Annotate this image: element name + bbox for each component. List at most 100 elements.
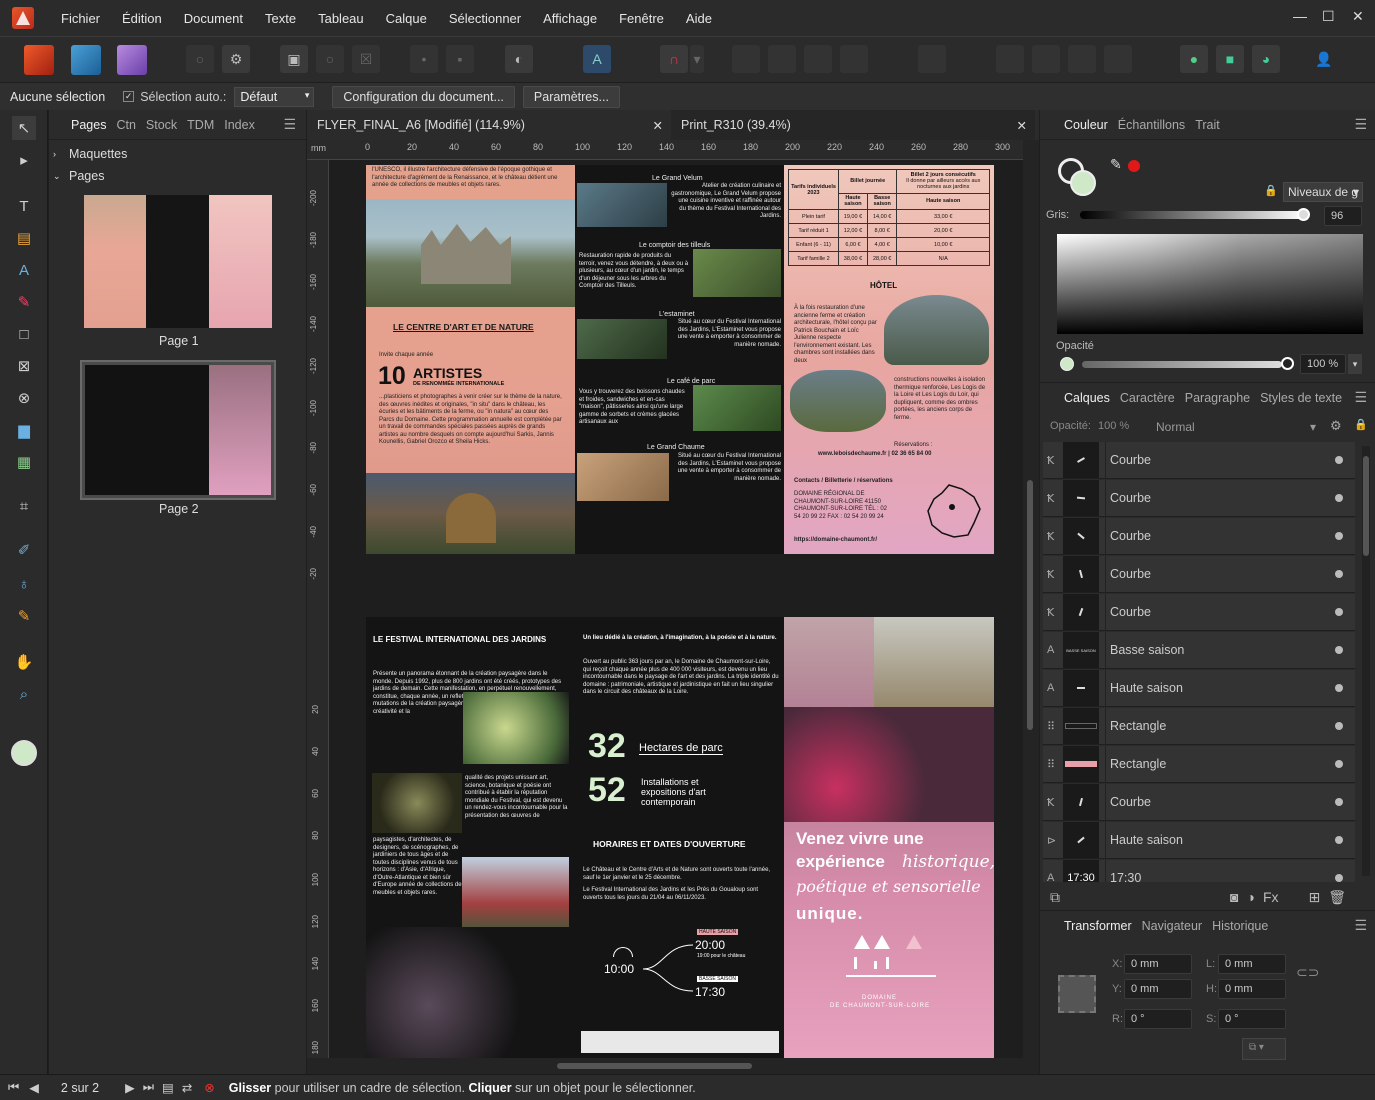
arrange-icon-3[interactable]: [804, 45, 832, 73]
snap-magnet-icon[interactable]: ∩: [660, 45, 688, 73]
gray-spectrum[interactable]: [1057, 234, 1363, 334]
x-box-icon[interactable]: ☒: [352, 45, 380, 73]
eyedropper-icon[interactable]: ✎: [1110, 156, 1122, 173]
layer-visibility-toggle[interactable]: [1335, 456, 1343, 464]
x-field[interactable]: 0 mm: [1124, 954, 1192, 974]
color-picker-tool-icon[interactable]: ✎: [12, 604, 36, 628]
vertical-scroll-thumb[interactable]: [1027, 480, 1033, 730]
move-tool-icon[interactable]: ↖: [12, 116, 36, 140]
gray-slider-knob[interactable]: [1297, 208, 1310, 221]
page-2-selected-frame[interactable]: [80, 360, 276, 500]
menu-texte[interactable]: Texte: [254, 11, 307, 26]
lock-icon[interactable]: 🔒: [1354, 418, 1368, 431]
tab-trait[interactable]: Trait: [1195, 118, 1220, 132]
minimize-icon[interactable]: —: [1293, 8, 1307, 24]
rotate-icon-2[interactable]: [1104, 45, 1132, 73]
tab-navigateur[interactable]: Navigateur: [1142, 919, 1202, 933]
page-1-thumbnail[interactable]: [84, 195, 272, 328]
y-field[interactable]: 0 mm: [1124, 979, 1192, 999]
layer-row[interactable]: Ꝁ Courbe: [1043, 555, 1355, 593]
lock-icon[interactable]: 🔒: [1264, 184, 1278, 197]
publisher-persona-icon[interactable]: [24, 45, 54, 75]
chevron-down-icon[interactable]: ▾: [690, 45, 704, 73]
table-tool-icon[interactable]: ▤: [12, 226, 36, 250]
close-tab-icon[interactable]: ✕: [1017, 118, 1027, 133]
layer-row[interactable]: Ꝁ Courbe: [1043, 479, 1355, 517]
layers-scrollbar[interactable]: [1362, 446, 1370, 876]
gear-icon[interactable]: ⚙: [222, 45, 250, 73]
gray-slider[interactable]: [1080, 211, 1306, 219]
circle-icon[interactable]: ○: [316, 45, 344, 73]
pages-section[interactable]: ⌄ Pages: [53, 166, 303, 186]
settings-button[interactable]: Paramètres...: [522, 85, 620, 108]
blend-mode-dropdown[interactable]: Normal ▾: [1156, 420, 1316, 434]
layer-visibility-toggle[interactable]: [1335, 494, 1343, 502]
pin-icon[interactable]: •: [410, 45, 438, 73]
menu-fenetre[interactable]: Fenêtre: [608, 11, 675, 26]
fill-color-swatch[interactable]: [11, 740, 37, 766]
user-account-icon[interactable]: 👤: [1310, 45, 1338, 73]
layer-visibility-toggle[interactable]: [1335, 760, 1343, 768]
masters-section[interactable]: › Maquettes: [53, 144, 303, 164]
horizontal-scroll-thumb[interactable]: [557, 1063, 752, 1069]
tab-transformer[interactable]: Transformer: [1064, 919, 1132, 933]
preflight-error-icon[interactable]: ⊗: [204, 1080, 214, 1095]
layer-row[interactable]: Ꝁ Courbe: [1043, 593, 1355, 631]
ellipse-frame-tool-icon[interactable]: ⊗: [12, 386, 36, 410]
next-page-icon[interactable]: ▶: [125, 1080, 135, 1095]
boolean-subtract-icon[interactable]: ■: [1216, 45, 1244, 73]
fill-color-swatch-large[interactable]: [1070, 170, 1096, 196]
height-field[interactable]: 0 mm: [1218, 979, 1286, 999]
view-mode-icon[interactable]: ▣: [280, 45, 308, 73]
picture-frame-tool-icon[interactable]: ⊠: [12, 354, 36, 378]
adjustment-icon[interactable]: ◑: [1246, 889, 1254, 905]
layer-visibility-toggle[interactable]: [1335, 798, 1343, 806]
maximize-icon[interactable]: ☐: [1322, 8, 1335, 25]
tab-couleur[interactable]: Couleur: [1064, 118, 1108, 132]
rectangle-tool-icon[interactable]: □: [12, 322, 36, 346]
menu-fichier[interactable]: Fichier: [50, 11, 111, 26]
shear-field[interactable]: 0 °: [1218, 1009, 1286, 1029]
first-page-icon[interactable]: ⏮: [8, 1080, 19, 1095]
tab-pages[interactable]: Pages: [71, 118, 106, 132]
crop-tool-icon[interactable]: ⌗: [12, 494, 36, 518]
menu-selectionner[interactable]: Sélectionner: [438, 11, 532, 26]
layer-row[interactable]: A 17:30 17:30: [1043, 859, 1355, 882]
mask-icon[interactable]: ◙: [1230, 889, 1238, 905]
layer-row[interactable]: Ꝁ Courbe: [1043, 517, 1355, 555]
pen-tool-icon[interactable]: ✎: [12, 290, 36, 314]
rotation-field[interactable]: 0 °: [1124, 1009, 1192, 1029]
layer-visibility-toggle[interactable]: [1335, 874, 1343, 882]
layer-row[interactable]: Ꝁ Courbe: [1043, 783, 1355, 821]
spread-icon[interactable]: ⇄: [182, 1080, 192, 1095]
opacity-slider[interactable]: [1082, 361, 1282, 368]
boolean-intersect-icon[interactable]: ◕: [1252, 45, 1280, 73]
arrange-icon-2[interactable]: [768, 45, 796, 73]
pages-icon[interactable]: ▤: [162, 1080, 174, 1095]
panel-menu-icon[interactable]: ☰: [283, 116, 296, 133]
panel-menu-icon[interactable]: ☰: [1354, 116, 1367, 133]
square-icon[interactable]: ▪: [446, 45, 474, 73]
layer-row[interactable]: ⠿ Rectangle: [1043, 707, 1355, 745]
layer-visibility-toggle[interactable]: [1335, 532, 1343, 540]
document-tab-print[interactable]: Print_R310 (39.4%) ✕: [671, 110, 1035, 140]
flyer-page-1[interactable]: l'UNESCO, il illustre l'architecture déf…: [366, 165, 994, 554]
place-image-tool-icon[interactable]: ▆: [12, 418, 36, 442]
arrange-icon-4[interactable]: [840, 45, 868, 73]
transform-origin-button[interactable]: ⧉ ▾: [1242, 1038, 1286, 1060]
fx-icon[interactable]: Fx: [1263, 889, 1279, 905]
menu-tableau[interactable]: Tableau: [307, 11, 375, 26]
frame-text-tool-icon[interactable]: T: [12, 194, 36, 218]
align-icon[interactable]: [918, 45, 946, 73]
node-tool-icon[interactable]: ▸: [12, 148, 36, 172]
menu-calque[interactable]: Calque: [375, 11, 438, 26]
document-setup-button[interactable]: Configuration du document...: [332, 85, 515, 108]
tab-tdm[interactable]: TDM: [187, 118, 214, 132]
tab-calques[interactable]: Calques: [1064, 391, 1110, 405]
photo-persona-icon[interactable]: [117, 45, 147, 75]
link-icon[interactable]: ⊂⊃: [1296, 964, 1319, 981]
tab-paragraphe[interactable]: Paragraphe: [1185, 391, 1250, 405]
document-tab-flyer[interactable]: FLYER_FINAL_A6 [Modifié] (114.9%) ✕: [307, 110, 671, 140]
layer-row[interactable]: A BASSE SAISON Basse saison: [1043, 631, 1355, 669]
layer-row[interactable]: A Haute saison: [1043, 669, 1355, 707]
